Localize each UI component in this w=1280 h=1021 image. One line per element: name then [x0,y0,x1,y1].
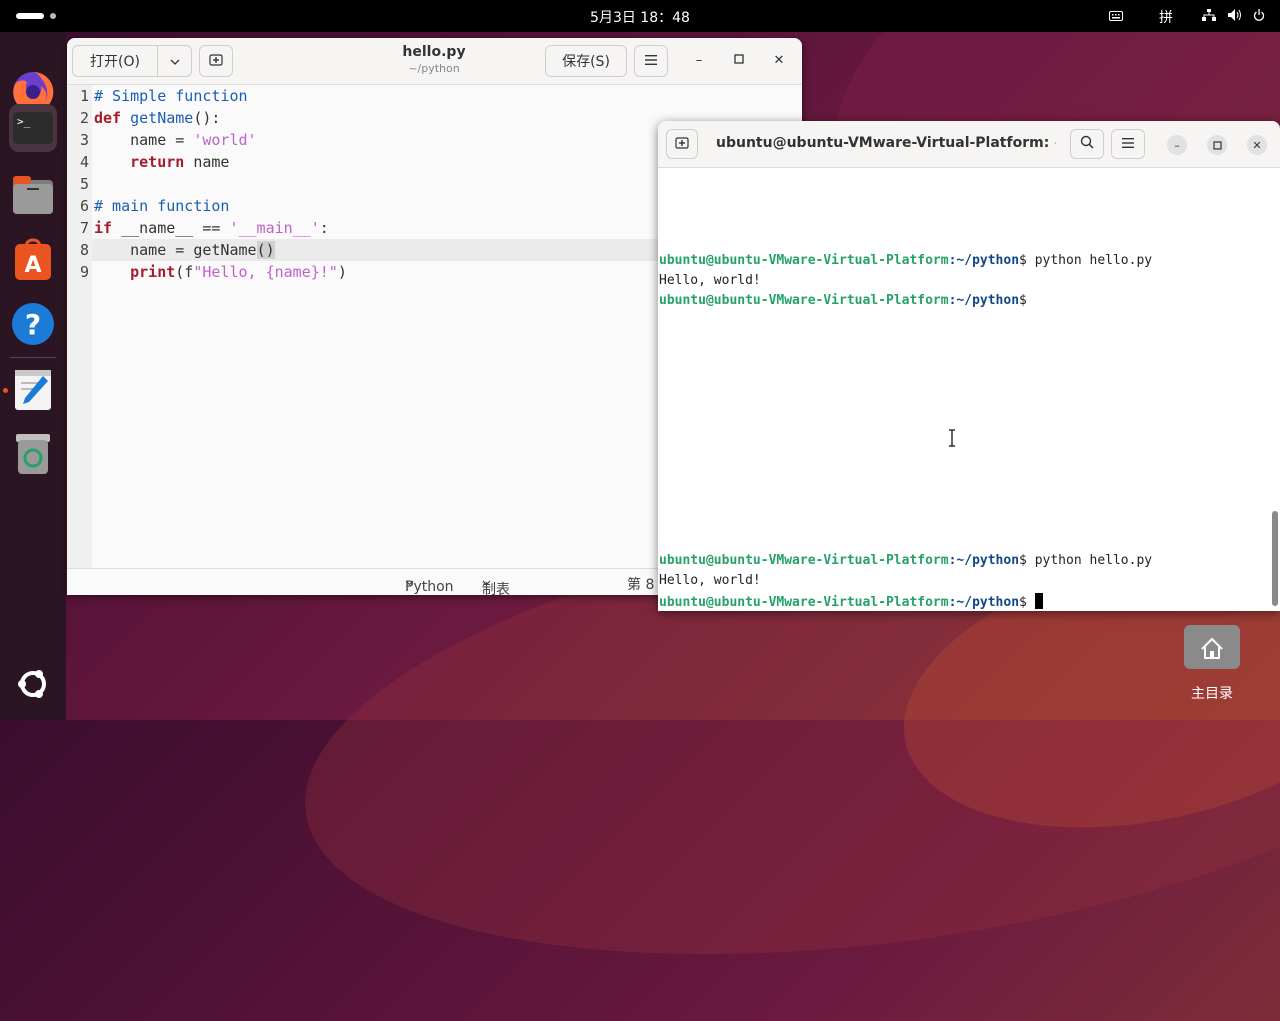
terminal-window: ubuntu@ubuntu-VMware-Virtual-Platform: ~… [658,121,1280,611]
text-editor-icon[interactable] [9,366,57,414]
terminal-line: ubuntu@ubuntu-VMware-Virtual-Platform:~/… [659,553,1153,568]
running-indicator [3,388,8,393]
tab-width-selector[interactable]: 制表符宽度：8 [482,574,510,595]
chevron-down-icon [170,53,180,69]
line-number: 8 [79,241,89,259]
code-line: # Simple function [94,87,248,105]
line-number: 9 [79,263,89,281]
minimize-icon[interactable]: – [1167,135,1187,155]
line-number: 5 [79,175,89,193]
editor-header-bar: 打开(O) hello.py ~/python 保存(S) – ✕ [67,38,802,85]
cursor-position[interactable]: 第 8 [627,574,654,594]
terminal-line: ubuntu@ubuntu-VMware-Virtual-Platform:~/… [659,253,1153,268]
text-cursor-icon [948,429,956,447]
search-button[interactable] [1070,129,1104,159]
new-tab-button[interactable] [666,129,698,159]
line-number: 2 [79,109,89,127]
line-number: 6 [79,197,89,215]
keyboard-icon[interactable] [1096,9,1136,25]
open-button[interactable]: 打开(O) [72,45,158,77]
svg-text:?: ? [25,308,41,341]
hamburger-icon [645,53,657,69]
document-path: ~/python [408,62,460,75]
system-tray[interactable]: 拼 [1096,7,1270,27]
clock[interactable]: 5月3日 18：48 [0,7,1280,27]
help-icon[interactable]: ? [9,300,57,348]
code-line: def getName(): [94,109,221,127]
new-tab-icon [675,135,689,153]
power-icon[interactable] [1248,9,1270,25]
hamburger-icon [1122,136,1134,152]
line-number: 4 [79,153,89,171]
show-apps-icon[interactable] [9,660,57,708]
terminal-scrollbar[interactable] [1272,511,1278,606]
code-line: if __name__ == '__main__': [94,219,329,237]
code-line: name = 'world' [94,131,257,149]
terminal-header-bar: ubuntu@ubuntu-VMware-Virtual-Platform: ~… [658,121,1280,168]
files-icon[interactable] [9,172,57,220]
dock-separator [10,357,56,358]
top-bar: 5月3日 18：48 拼 [0,0,1280,32]
save-button[interactable]: 保存(S) [545,45,627,77]
trash-icon[interactable] [9,430,57,478]
svg-text:A: A [24,253,41,278]
line-number: 7 [79,219,89,237]
code-line: return name [130,153,230,171]
dock: >_ A ? [0,32,66,720]
new-tab-button[interactable] [199,45,233,77]
terminal-title: ubuntu@ubuntu-VMware-Virtual-Platform: ~… [716,135,1056,151]
minimize-icon[interactable]: – [691,53,707,69]
app-center-icon[interactable]: A [9,236,57,284]
open-menu-button[interactable] [157,45,192,77]
search-icon [1080,135,1094,153]
terminal-icon[interactable]: >_ [9,104,57,152]
maximize-icon[interactable] [731,53,747,69]
volume-icon[interactable] [1222,9,1248,25]
terminal-cursor [1034,593,1043,609]
terminal-line: ubuntu@ubuntu-VMware-Virtual-Platform:~/… [659,293,1027,308]
main-menu-button[interactable] [1111,129,1145,159]
code-line: # main function [94,197,230,215]
input-method-label[interactable]: 拼 [1136,7,1196,27]
terminal-line: Hello, world! [659,573,761,588]
line-number: 1 [79,87,89,105]
language-selector[interactable]: Python [405,574,454,595]
network-icon[interactable] [1196,9,1222,25]
line-number: 3 [79,131,89,149]
new-tab-icon [209,52,223,70]
close-icon[interactable]: ✕ [1247,135,1267,155]
code-line: print(f"Hello, {name}!") [130,263,347,281]
document-title: hello.py [402,44,466,60]
maximize-icon[interactable] [1207,135,1227,155]
close-icon[interactable]: ✕ [771,53,787,69]
main-menu-button[interactable] [634,45,668,77]
terminal-line: Hello, world! [659,273,761,288]
home-folder-label[interactable]: 主目录 [1170,683,1254,703]
home-folder-icon[interactable] [1184,625,1240,669]
code-line: name = getName() [94,241,275,259]
terminal-line: ubuntu@ubuntu-VMware-Virtual-Platform:~/… [659,593,1043,610]
